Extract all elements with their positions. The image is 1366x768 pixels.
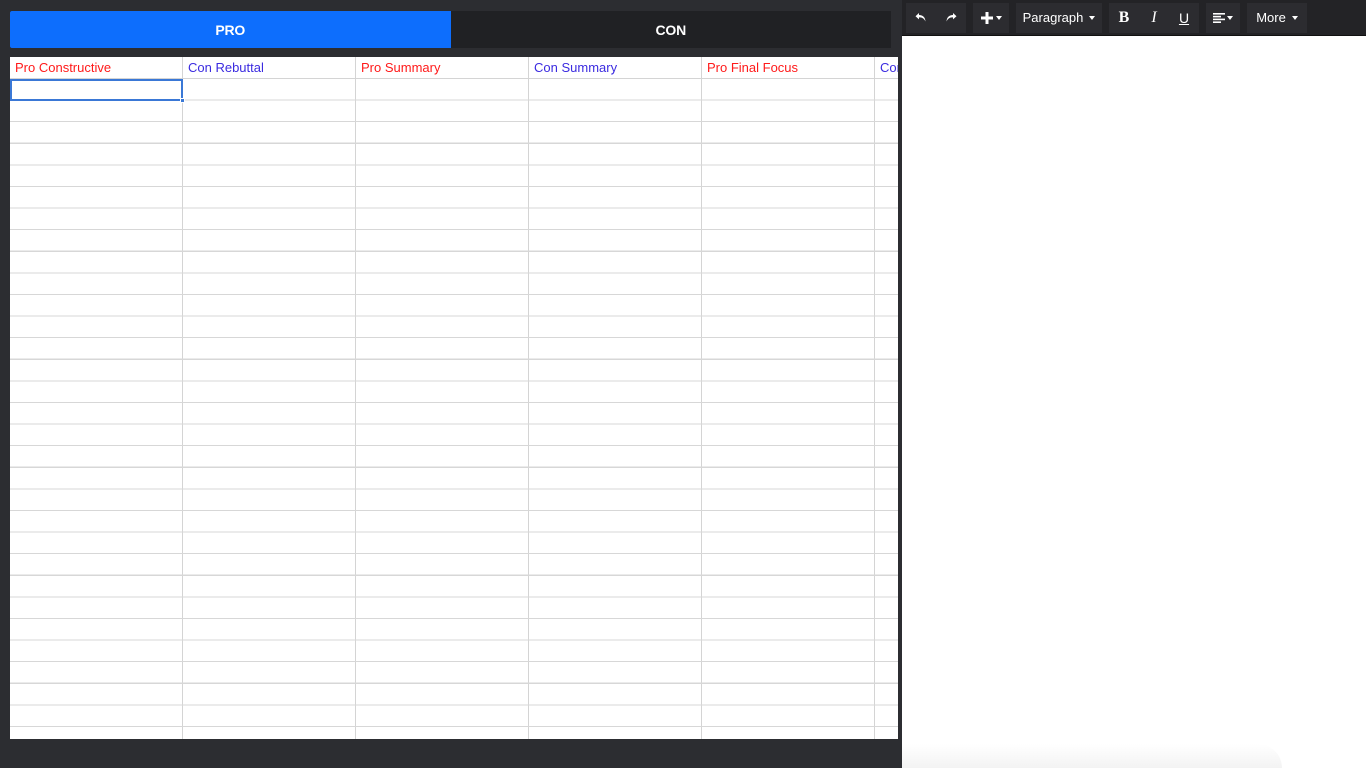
grid-cells[interactable] <box>10 79 898 739</box>
more-label: More <box>1256 10 1286 25</box>
bold-icon: B <box>1118 8 1130 26</box>
fill-handle[interactable] <box>180 98 185 103</box>
chevron-down-icon <box>995 15 1002 20</box>
column-header-pro-final-focus[interactable]: Pro Final Focus <box>702 57 875 79</box>
paragraph-format-label: Paragraph <box>1022 10 1084 25</box>
editor-toolbar: Paragraph B I U More <box>902 0 1366 36</box>
tab-pro[interactable]: PRO <box>10 11 451 48</box>
column-header-con-summary[interactable]: Con Summary <box>529 57 702 79</box>
undo-icon <box>915 13 926 22</box>
grid-lines <box>10 79 898 739</box>
align-left-icon <box>1213 12 1225 23</box>
flow-panel: PRO CON Pro Constructive Con Rebuttal Pr… <box>0 0 902 768</box>
selected-cell[interactable] <box>10 79 183 101</box>
tab-con[interactable]: CON <box>451 11 892 48</box>
redo-icon <box>946 13 957 22</box>
chevron-down-icon <box>1089 15 1096 20</box>
flow-spreadsheet[interactable]: Pro Constructive Con Rebuttal Pro Summar… <box>10 57 898 739</box>
column-header-pro-constructive[interactable]: Pro Constructive <box>10 57 183 79</box>
plus-icon <box>980 11 993 24</box>
underline-button[interactable]: U <box>1169 2 1199 33</box>
paragraph-format-dropdown[interactable]: Paragraph <box>1016 2 1102 33</box>
chevron-down-icon <box>1291 15 1298 20</box>
align-dropdown[interactable] <box>1206 2 1240 33</box>
italic-button[interactable]: I <box>1139 2 1169 33</box>
italic-icon: I <box>1151 8 1157 26</box>
editor-bottom-shadow <box>902 744 1282 768</box>
editor-panel: Paragraph B I U More <box>902 0 1366 768</box>
chevron-down-icon <box>1227 15 1233 20</box>
undo-button[interactable] <box>906 2 936 33</box>
underline-icon: U <box>1178 9 1190 26</box>
bold-button[interactable]: B <box>1109 2 1139 33</box>
editor-content[interactable] <box>902 36 1366 768</box>
side-tabs: PRO CON <box>10 11 891 48</box>
column-header-row: Pro Constructive Con Rebuttal Pro Summar… <box>10 57 898 79</box>
insert-dropdown[interactable] <box>973 2 1009 33</box>
redo-button[interactable] <box>936 2 966 33</box>
column-header-con-rebuttal[interactable]: Con Rebuttal <box>183 57 356 79</box>
more-dropdown[interactable]: More <box>1247 2 1307 33</box>
column-header-con-final-focus[interactable]: Con Final Focus <box>875 57 898 79</box>
column-header-pro-summary[interactable]: Pro Summary <box>356 57 529 79</box>
